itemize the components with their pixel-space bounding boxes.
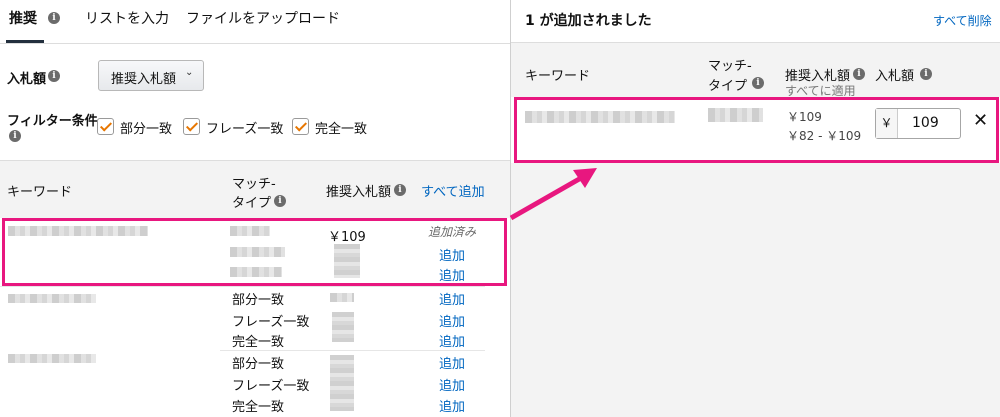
- remove-all-link[interactable]: すべて削除: [933, 12, 992, 29]
- checkbox-phrase[interactable]: [183, 118, 200, 135]
- col-keyword-header: キーワード: [7, 185, 73, 200]
- tab-upload-file[interactable]: ファイルをアップロード: [186, 8, 340, 28]
- info-icon[interactable]: i: [274, 195, 286, 207]
- highlight-box: [514, 97, 999, 163]
- add-link[interactable]: 追加: [439, 311, 465, 330]
- match-type-phrase: フレーズ一致: [232, 315, 310, 330]
- match-type-exact: 完全一致: [232, 335, 285, 350]
- match-type-broad: 部分一致: [232, 357, 285, 372]
- bid-blurred: [332, 312, 354, 342]
- col-match-header-line1: マッチ-: [232, 177, 276, 192]
- added-count-title: 1 が追加されました: [525, 13, 652, 29]
- add-link[interactable]: 追加: [439, 289, 465, 308]
- filter-label: フィルター条件: [7, 114, 98, 129]
- add-all-link[interactable]: すべて追加: [421, 181, 485, 200]
- bid-dropdown[interactable]: 推奨入札額 ⌄: [98, 60, 204, 91]
- bid-blurred: [330, 293, 354, 302]
- add-link[interactable]: 追加: [439, 353, 465, 372]
- match-type-exact: 完全一致: [232, 400, 285, 415]
- info-icon[interactable]: i: [752, 77, 764, 89]
- filter-exact-label: 完全一致: [315, 122, 368, 137]
- row-divider: [220, 350, 485, 351]
- tabs-divider: [0, 43, 510, 44]
- col-suggested-header: 推奨入札額: [326, 185, 392, 200]
- add-link[interactable]: 追加: [439, 331, 465, 350]
- filter-phrase-label: フレーズ一致: [206, 122, 284, 137]
- col-match-header-line1: マッチ-: [708, 59, 752, 74]
- tab-suggested[interactable]: 推奨: [9, 8, 37, 28]
- checkbox-exact[interactable]: [292, 118, 309, 135]
- info-icon[interactable]: i: [394, 184, 406, 196]
- chevron-down-icon: ⌄: [185, 67, 194, 78]
- match-type-phrase: フレーズ一致: [232, 379, 310, 394]
- col-keyword-header: キーワード: [525, 69, 591, 84]
- match-type-broad: 部分一致: [232, 293, 285, 308]
- info-icon[interactable]: i: [48, 12, 60, 24]
- left-panel: 推奨 i リストを入力 ファイルをアップロード 入札額 i 推奨入札額 ⌄ フィ…: [0, 0, 510, 417]
- bid-label: 入札額: [7, 72, 47, 87]
- col-bid-header: 入札額: [875, 69, 915, 84]
- arrow-icon: [509, 168, 597, 221]
- keyword-blurred: [8, 294, 96, 303]
- filter-broad-label: 部分一致: [120, 122, 173, 137]
- info-icon[interactable]: i: [920, 68, 932, 80]
- bid-dropdown-value: 推奨入札額: [111, 72, 177, 87]
- checkbox-broad[interactable]: [97, 118, 114, 135]
- info-icon[interactable]: i: [853, 68, 865, 80]
- info-icon[interactable]: i: [48, 70, 60, 82]
- highlight-box: [2, 218, 507, 286]
- info-icon[interactable]: i: [9, 130, 21, 142]
- row-divider: [0, 286, 485, 287]
- bid-blurred: [330, 355, 354, 411]
- add-link[interactable]: 追加: [439, 375, 465, 394]
- tab-enter-list[interactable]: リストを入力: [85, 8, 169, 28]
- col-match-header-line2: タイプ: [232, 196, 272, 211]
- keyword-blurred: [8, 354, 96, 363]
- col-match-header-line2: タイプ: [708, 79, 748, 94]
- add-link[interactable]: 追加: [439, 396, 465, 415]
